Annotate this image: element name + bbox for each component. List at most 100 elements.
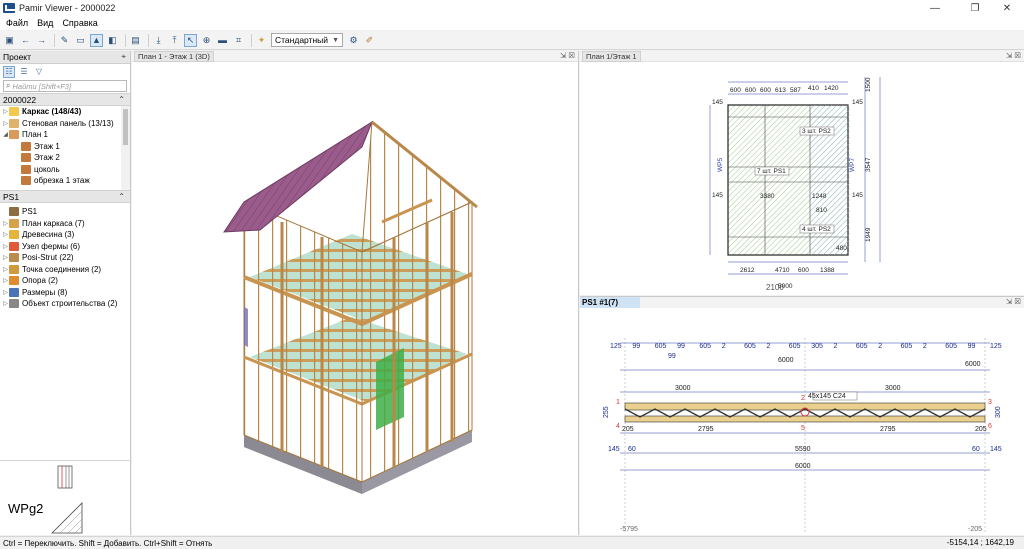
project-tree-item[interactable]: ◢ План 1: [0, 129, 130, 141]
element-tree-item[interactable]: ▷ Размеры (8): [0, 287, 130, 299]
tree-icon[interactable]: ⌗: [232, 34, 245, 47]
menu-view[interactable]: Вид: [37, 18, 53, 28]
back-arrow-icon[interactable]: ←: [19, 34, 32, 47]
truss-half-right: 3000: [885, 385, 901, 392]
panel-toolbar: ☷ ☰ ▽: [0, 64, 130, 79]
menu-file[interactable]: Файл: [6, 18, 28, 28]
expand-icon[interactable]: ▷: [2, 108, 9, 115]
paint-icon[interactable]: ✐: [363, 34, 376, 47]
plan-top-dim: 600: [730, 87, 741, 94]
plan-view[interactable]: План 1/Этаж 1 ⇲ ☒ 600 600 600 613 587 41…: [580, 50, 1024, 295]
expand-icon[interactable]: ▷: [2, 277, 9, 284]
minimize-button[interactable]: —: [920, 0, 950, 16]
project-tree-item[interactable]: ▷ Стеновая панель (13/13): [0, 118, 130, 130]
zoom-icon[interactable]: ⊕: [200, 34, 213, 47]
viewport-controls-icon[interactable]: ⇲ ☒: [1006, 51, 1021, 60]
element-tree-item[interactable]: PS1: [0, 206, 130, 218]
import-icon[interactable]: ⤓: [152, 34, 165, 47]
image-icon[interactable]: ▲: [90, 33, 103, 47]
scrollbar[interactable]: [121, 106, 130, 190]
expand-icon[interactable]: ▷: [2, 231, 9, 238]
maximize-button[interactable]: ❐: [960, 0, 990, 16]
plan-right-dim: 145: [852, 99, 863, 106]
truss-node-number: 6: [988, 423, 992, 430]
project-tree-item[interactable]: Этаж 1: [0, 141, 130, 153]
expand-icon[interactable]: ▷: [2, 300, 9, 307]
cursor-icon[interactable]: ↖: [184, 33, 197, 47]
truss-view[interactable]: PS1 #1(7) ⇲ ☒ 45x145 C24 6000 6000 3000 …: [580, 296, 1024, 535]
lamp-icon[interactable]: ✦: [255, 34, 268, 47]
edit-icon[interactable]: ✎: [58, 34, 71, 47]
element-tree-item[interactable]: ▷ Объект строительства (2): [0, 298, 130, 310]
settings-icon[interactable]: ⚙: [347, 34, 360, 47]
expand-icon[interactable]: ▷: [2, 120, 9, 127]
project-section-bar[interactable]: 2000022 ⌃: [0, 93, 130, 106]
element-tree-label: Древесина (3): [22, 230, 75, 240]
truss-top-dim: 2: [767, 343, 771, 350]
element-tree-item[interactable]: ▷ План каркаса (7): [0, 218, 130, 230]
element-tree-item[interactable]: ▷ Древесина (3): [0, 229, 130, 241]
element-tree-item[interactable]: ▷ Точка соединения (2): [0, 264, 130, 276]
truss-span-total: 6000: [778, 357, 794, 364]
search-placeholder: Найти [Shift+F3]: [12, 81, 72, 91]
element-tree-item[interactable]: ▷ Posi-Strut (22): [0, 252, 130, 264]
export-icon[interactable]: ⤒: [168, 34, 181, 47]
truss-overall-dim: 5590: [795, 446, 811, 453]
forward-arrow-icon[interactable]: →: [35, 34, 48, 47]
measure-icon[interactable]: ▬: [216, 34, 229, 47]
view-mode-select[interactable]: Стандартный ▼: [271, 33, 343, 47]
truss-overall-dim: 145: [608, 446, 620, 453]
truss-top-dim: 2: [878, 343, 882, 350]
expand-icon[interactable]: ▷: [2, 243, 9, 250]
expand-icon[interactable]: ▷: [2, 254, 9, 261]
viewport-controls-icon[interactable]: ⇲ ☒: [1006, 297, 1021, 306]
project-tree-label: План 1: [22, 130, 48, 140]
truss-node-number: 2: [801, 395, 805, 402]
element-tree-item[interactable]: ▷ Узел фермы (6): [0, 241, 130, 253]
truss-top-dim: 605: [789, 343, 801, 350]
layers-icon[interactable]: ◧: [106, 34, 119, 47]
plan-view-tab[interactable]: План 1/Этаж 1: [582, 50, 641, 62]
status-bar: Ctrl = Переключить. Shift = Добавить. Ct…: [0, 536, 1024, 549]
element-tree-label: Узел фермы (6): [22, 241, 81, 251]
truss-bottom-dim: 2795: [698, 426, 714, 433]
chevron-up-icon[interactable]: ⌃: [118, 192, 125, 201]
truss-top-dim: 125: [610, 343, 622, 350]
plan-right-dim: 1949: [865, 227, 872, 242]
project-tree-item[interactable]: цоколь: [0, 164, 130, 176]
expand-icon[interactable]: ◢: [2, 131, 9, 138]
expand-icon[interactable]: ▷: [2, 266, 9, 273]
viewport-controls-icon[interactable]: ⇲ ☒: [560, 51, 575, 60]
filter-icon[interactable]: ▽: [33, 66, 45, 78]
menu-bar: Файл Вид Справка: [0, 16, 1024, 30]
plan-inner-dim: 1248: [812, 193, 827, 200]
search-input[interactable]: ⌕ Найти [Shift+F3]: [3, 80, 127, 92]
plan-top-dim: 410: [808, 85, 819, 92]
element-section-bar[interactable]: PS1 ⌃: [0, 190, 130, 203]
project-tree-item[interactable]: обрезка 1 этаж: [0, 175, 130, 187]
chevron-up-icon[interactable]: ⌃: [118, 95, 125, 104]
toolbar-divider: [54, 33, 55, 47]
view-icon[interactable]: ▭: [74, 34, 87, 47]
expand-icon[interactable]: ▷: [2, 220, 9, 227]
truss-view-title[interactable]: PS1 #1(7): [580, 297, 640, 308]
pin-icon[interactable]: ⌖: [121, 52, 126, 62]
project-tree-item[interactable]: ▷ Каркас (148/43): [0, 106, 130, 118]
tree-view-icon[interactable]: ☷: [3, 65, 15, 78]
close-button[interactable]: ✕: [992, 0, 1022, 16]
plan-label: 7 шт. PS1: [757, 168, 786, 175]
menu-help[interactable]: Справка: [62, 18, 97, 28]
open-icon[interactable]: ▣: [3, 34, 16, 47]
element-type-icon: [9, 241, 19, 251]
element-type-icon: [9, 276, 19, 286]
preview-drawing: [51, 465, 83, 534]
viewport-3d[interactable]: План 1 - Этаж 1 (3D) ⇲ ☒: [132, 50, 579, 535]
project-tree-item[interactable]: Этаж 2: [0, 152, 130, 164]
element-tree-item[interactable]: ▷ Опора (2): [0, 275, 130, 287]
plan-bottom-dim: 2612: [740, 267, 755, 274]
list-view-icon[interactable]: ☰: [18, 66, 30, 78]
viewport-3d-tab[interactable]: План 1 - Этаж 1 (3D): [134, 50, 214, 62]
folder-icon: [9, 107, 19, 117]
expand-icon[interactable]: ▷: [2, 289, 9, 296]
camera-icon[interactable]: ▤: [129, 34, 142, 47]
